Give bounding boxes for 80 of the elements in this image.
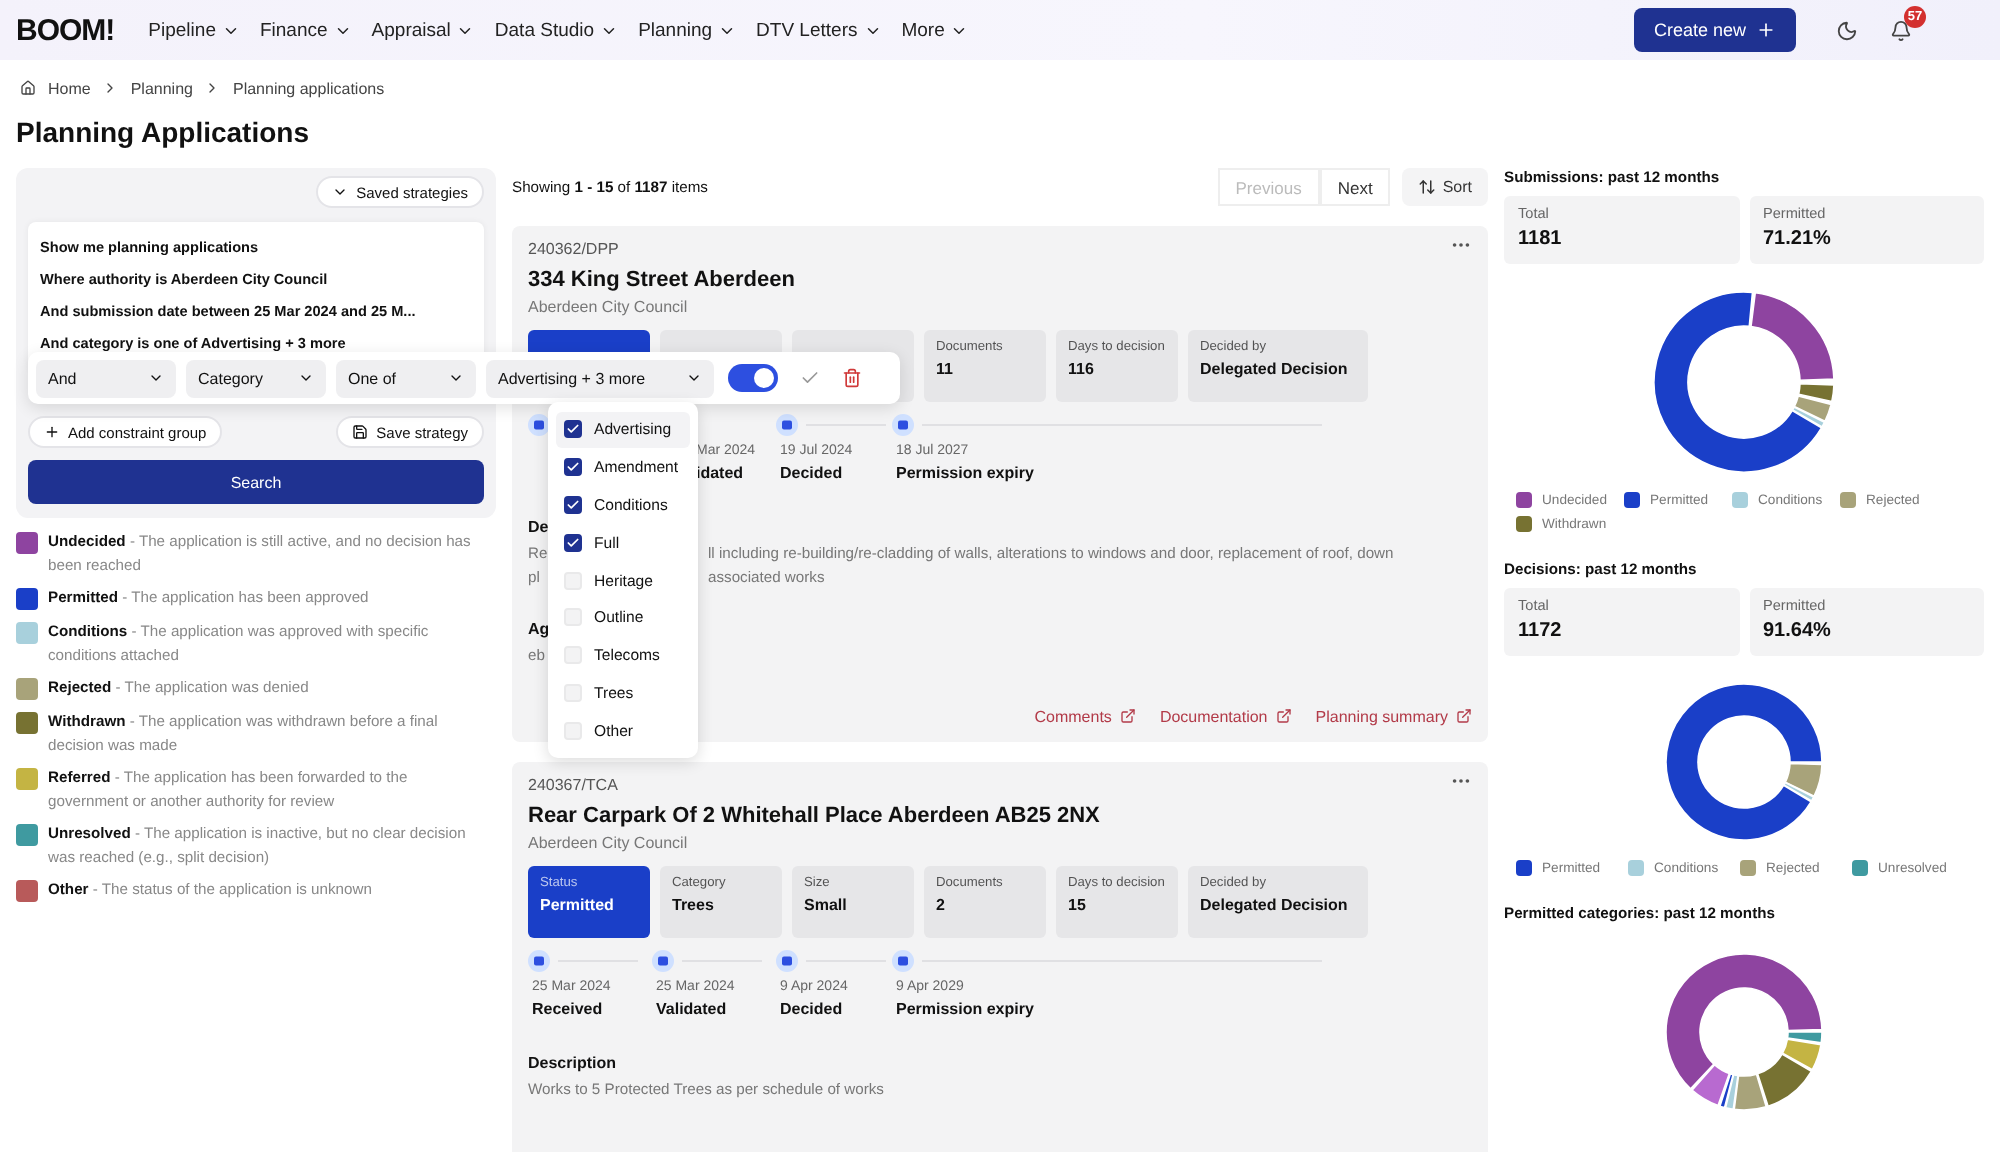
milestone-label: Decided xyxy=(780,999,843,1017)
next-button[interactable]: Next xyxy=(1319,168,1391,206)
save-icon xyxy=(352,424,369,440)
sort-button[interactable]: Sort xyxy=(1402,168,1488,206)
breadcrumb-link[interactable]: Home xyxy=(48,79,91,97)
stat-value: 71.21% xyxy=(1763,228,1831,250)
calendar-icon xyxy=(892,414,914,436)
nav-menu-item[interactable]: More xyxy=(891,19,979,41)
milestone-label: Permission expiry xyxy=(896,999,1034,1017)
value-select[interactable]: Advertising + 3 more xyxy=(486,359,714,397)
external-link-icon xyxy=(1275,708,1292,724)
nav-menu-item[interactable]: Appraisal xyxy=(361,19,485,41)
stat-value: 91.64% xyxy=(1763,620,1831,642)
checkbox[interactable] xyxy=(564,420,582,439)
calendar-icon xyxy=(892,949,914,971)
chevron-down-icon xyxy=(686,370,702,386)
plus-icon xyxy=(1756,20,1776,40)
chevron-down-icon xyxy=(332,184,349,200)
milestone-label: Received xyxy=(532,999,603,1017)
stat-value: Trees xyxy=(672,895,716,913)
calendar-icon xyxy=(528,949,550,971)
nav-menu-item[interactable]: Finance xyxy=(249,19,362,41)
nav-menu-item[interactable]: Pipeline xyxy=(138,19,250,41)
calendar-icon xyxy=(776,414,798,436)
sort-icon xyxy=(1418,178,1437,196)
stat-value: Permitted xyxy=(540,895,616,913)
stat-value: Delegated Decision xyxy=(1200,360,1350,378)
search-button[interactable]: Search xyxy=(28,460,484,504)
stat-value: 11 xyxy=(936,360,955,378)
milestone-label: idated xyxy=(696,464,744,482)
external-link-icon xyxy=(1119,708,1136,724)
conjunction-select[interactable]: And xyxy=(36,359,176,397)
plus-icon xyxy=(44,424,60,440)
milestone-label: Permission expiry xyxy=(896,464,1034,482)
stat-value: 2 xyxy=(936,895,947,913)
stat-value: Delegated Decision xyxy=(1200,895,1350,913)
checkbox[interactable] xyxy=(564,533,582,552)
section-label: Description xyxy=(528,1053,617,1071)
external-link[interactable]: Planning summary xyxy=(1315,707,1472,725)
checkbox[interactable] xyxy=(564,495,582,514)
breadcrumb-link[interactable]: Planning xyxy=(130,79,193,97)
stat-value: 116 xyxy=(1068,360,1096,378)
section-label: Ag xyxy=(528,620,550,638)
check-icon[interactable] xyxy=(800,368,820,388)
external-link[interactable]: Documentation xyxy=(1159,707,1292,725)
calendar-icon xyxy=(652,949,674,971)
logo[interactable]: BOOM! xyxy=(16,13,115,47)
council-name: Aberdeen City Council xyxy=(528,833,688,851)
checkbox[interactable] xyxy=(564,458,582,477)
chevron-down-icon xyxy=(148,370,164,386)
moon-icon[interactable] xyxy=(1836,19,1858,41)
nav-menu-item[interactable]: Planning xyxy=(628,19,747,41)
external-link[interactable]: Comments xyxy=(1034,707,1136,725)
delete-icon[interactable] xyxy=(842,368,862,388)
calendar-icon xyxy=(776,949,798,971)
milestone-label: Decided xyxy=(780,464,843,482)
create-new-button[interactable]: Create new xyxy=(1633,8,1796,52)
application-reference: 240362/DPP xyxy=(528,240,619,258)
page-title: Planning Applications xyxy=(16,116,311,152)
toggle-switch[interactable] xyxy=(728,364,778,392)
operator-select[interactable]: One of xyxy=(336,359,476,397)
chevron-down-icon xyxy=(298,370,314,386)
stat-value: 1181 xyxy=(1518,228,1562,250)
section-label: De xyxy=(528,518,549,536)
nav-menu-item[interactable]: DTV Letters xyxy=(746,19,892,41)
chevron-down-icon xyxy=(448,370,464,386)
application-title: 334 King Street Aberdeen xyxy=(528,268,795,292)
field-select[interactable]: Category xyxy=(186,359,326,397)
council-name: Aberdeen City Council xyxy=(528,298,688,316)
breadcrumb-link[interactable]: Planning applications xyxy=(232,79,385,97)
application-reference: 240367/TCA xyxy=(528,775,618,793)
stat-value: 15 xyxy=(1068,895,1088,913)
stat-value: 1172 xyxy=(1518,620,1562,642)
home-icon[interactable] xyxy=(20,80,36,96)
milestone-label: Validated xyxy=(656,999,727,1017)
application-title: Rear Carpark Of 2 Whitehall Place Aberdeen AB25 2NX xyxy=(528,803,1100,827)
nav-menu-item[interactable]: Data Studio xyxy=(484,19,629,41)
stat-value: Small xyxy=(804,895,849,913)
notifications-button[interactable] xyxy=(1890,19,1912,41)
external-link-icon xyxy=(1456,708,1472,724)
